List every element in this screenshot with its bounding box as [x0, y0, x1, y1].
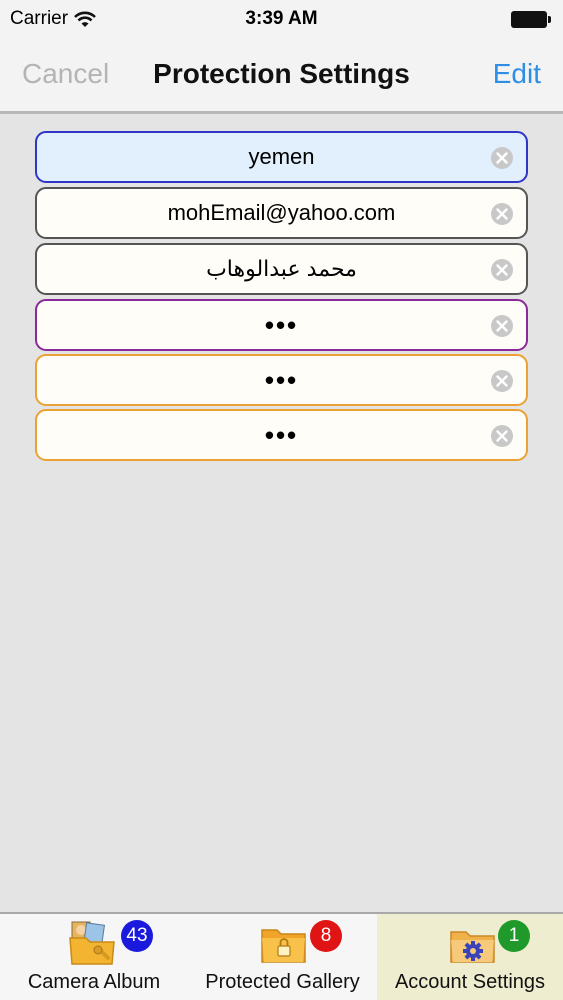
name-field[interactable]: محمد عبدالوهاب — [35, 243, 528, 295]
settings-folder-icon — [450, 931, 495, 963]
tab-account-settings[interactable]: 1 Account Settings — [377, 914, 563, 1000]
cancel-button[interactable]: Cancel — [22, 58, 109, 90]
password-field[interactable]: ••• — [35, 299, 528, 351]
clear-circle-icon[interactable] — [490, 258, 514, 282]
status-time: 3:39 AM — [245, 8, 318, 29]
new-password-field-value: ••• — [264, 364, 299, 395]
account-settings-badge: 1 — [498, 920, 530, 952]
camera-album-badge: 43 — [121, 920, 153, 952]
clear-circle-icon[interactable] — [490, 202, 514, 226]
email-field[interactable]: mohEmail@yahoo.com — [35, 187, 528, 239]
locked-folder-icon — [261, 929, 306, 963]
country-field[interactable]: yemen — [35, 131, 528, 183]
email-field-value: mohEmail@yahoo.com — [167, 200, 396, 225]
tab-account-settings-label: Account Settings — [394, 971, 546, 993]
clear-circle-icon[interactable] — [490, 424, 514, 448]
tab-camera-album[interactable]: 43 Camera Album — [0, 914, 188, 1000]
clear-circle-icon[interactable] — [490, 146, 514, 170]
confirm-password-field-value: ••• — [264, 419, 299, 450]
edit-button[interactable]: Edit — [493, 58, 541, 90]
password-field-value: ••• — [264, 309, 299, 340]
clear-circle-icon[interactable] — [490, 369, 514, 393]
protected-gallery-badge: 8 — [310, 920, 342, 952]
confirm-password-field[interactable]: ••• — [35, 409, 528, 461]
clear-circle-icon[interactable] — [490, 314, 514, 338]
tab-protected-gallery-label: Protected Gallery — [205, 971, 360, 993]
battery-icon — [511, 11, 551, 28]
navigation-bar: Cancel Protection Settings Edit — [0, 40, 563, 114]
tab-protected-gallery[interactable]: 8 Protected Gallery — [188, 914, 377, 1000]
camera-album-folder-icon — [69, 921, 115, 965]
name-field-value: محمد عبدالوهاب — [206, 256, 357, 281]
tab-bar: 43 Camera Album 8 Protected Gallery 1 Ac… — [0, 912, 563, 1000]
tab-camera-album-label: Camera Album — [27, 971, 161, 993]
new-password-field[interactable]: ••• — [35, 354, 528, 406]
status-bar: Carrier 3:39 AM — [0, 0, 563, 40]
country-field-value: yemen — [248, 144, 315, 169]
